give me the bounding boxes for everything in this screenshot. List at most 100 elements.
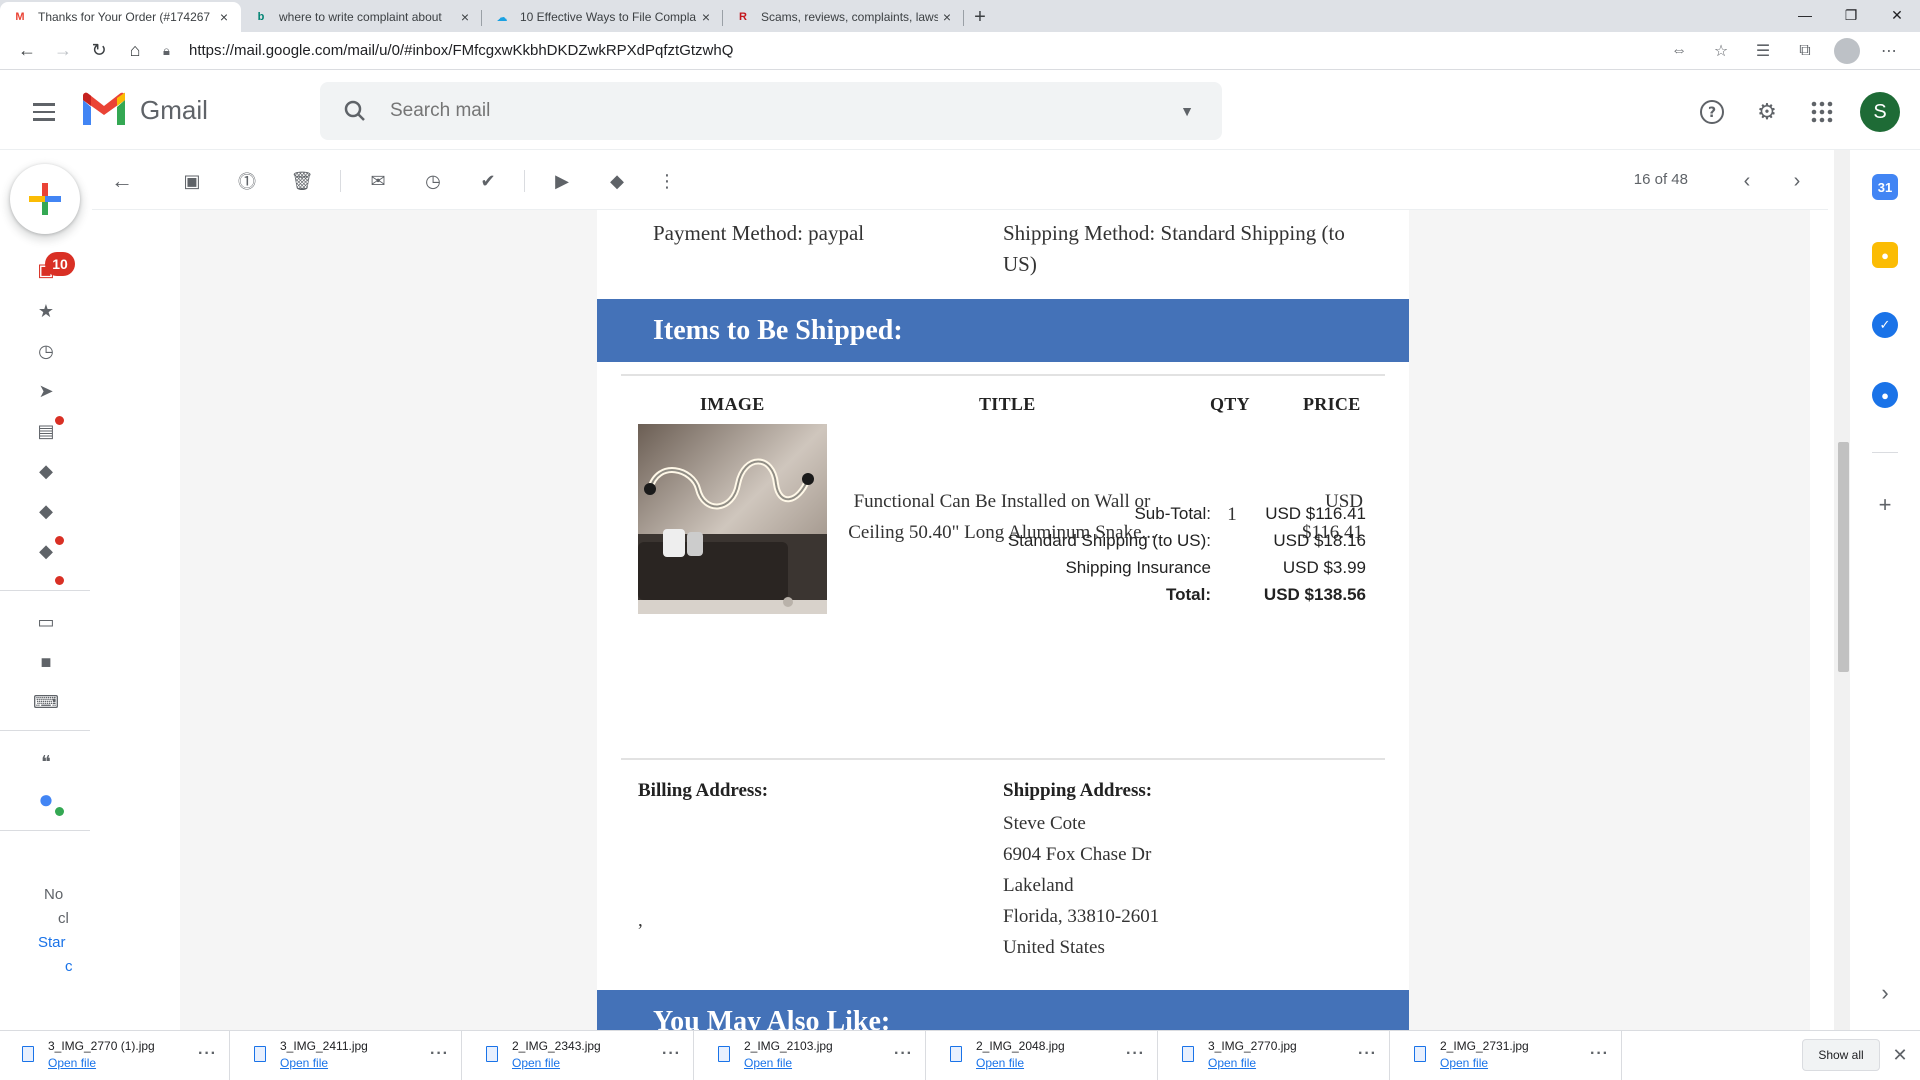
archive-icon[interactable]: ▣ (176, 165, 208, 197)
open-file-link[interactable]: Open file (280, 1056, 328, 1070)
download-separator (925, 1031, 926, 1080)
hangouts-icon[interactable]: ❝ (30, 748, 62, 776)
search-icon[interactable] (320, 100, 390, 122)
browser-tab-title: 10 Effective Ways to File Compla (520, 10, 697, 24)
back-arrow-icon[interactable]: ← (9, 35, 45, 67)
window-close-icon[interactable]: ✕ (1874, 0, 1920, 30)
keep-icon[interactable]: ● (1872, 242, 1898, 268)
tab-close-icon[interactable]: × (215, 9, 233, 25)
settings-gear-icon[interactable]: ⚙ (1743, 88, 1791, 136)
newer-chevron-left-icon[interactable]: ‹ (1732, 166, 1762, 196)
snoozed-clock-icon[interactable]: ◷ (30, 337, 62, 365)
tab-close-icon[interactable]: × (456, 9, 474, 25)
label-icon-2[interactable]: ◆ (30, 497, 62, 525)
reload-icon[interactable]: ↻ (81, 35, 117, 67)
add-favorite-icon[interactable]: ☆ (1700, 35, 1742, 67)
open-file-link[interactable]: Open file (1440, 1056, 1488, 1070)
new-tab-button[interactable]: + (964, 2, 996, 32)
download-more-icon[interactable]: ··· (894, 1045, 913, 1063)
browser-menu-icon[interactable]: ⋯ (1868, 35, 1910, 67)
label-tag-icon[interactable]: ◆ (601, 165, 633, 197)
search-options-dropdown-icon[interactable]: ▼ (1152, 103, 1222, 119)
shipping-line-name: Steve Cote (1003, 813, 1086, 834)
download-item[interactable]: 3_IMG_2411.jpg Open file ··· (232, 1031, 462, 1080)
mark-unread-icon[interactable]: ✉ (362, 165, 394, 197)
lock-icon: 🔒︎ (163, 42, 170, 58)
image-file-icon (486, 1046, 498, 1062)
browser-tab[interactable]: ☁ 10 Effective Ways to File Compla × (482, 2, 723, 32)
label-icon[interactable]: ◆ (30, 457, 62, 485)
download-item[interactable]: 3_IMG_2770.jpg Open file ··· (1160, 1031, 1390, 1080)
search-bar[interactable]: ▼ (320, 82, 1222, 140)
forward-arrow-icon[interactable]: → (45, 35, 81, 67)
apps-grid-icon[interactable] (1798, 88, 1846, 136)
snooze-clock-icon[interactable]: ◷ (417, 165, 449, 197)
download-item[interactable]: 2_IMG_2731.jpg Open file ··· (1392, 1031, 1622, 1080)
scrollbar-thumb[interactable] (1838, 442, 1849, 672)
drafts-dot (55, 416, 64, 425)
inbox-unread-badge: 10 (45, 252, 75, 276)
compose-button[interactable] (10, 164, 80, 234)
account-avatar[interactable]: S (1860, 92, 1900, 132)
open-file-link[interactable]: Open file (976, 1056, 1024, 1070)
report-spam-icon[interactable]: ⓵ (231, 165, 263, 197)
download-more-icon[interactable]: ··· (1126, 1045, 1145, 1063)
tab-close-icon[interactable]: × (938, 9, 956, 25)
get-addons-plus-icon[interactable]: + (1872, 492, 1898, 518)
download-more-icon[interactable]: ··· (198, 1045, 217, 1063)
download-filename: 3_IMG_2411.jpg (280, 1039, 368, 1053)
calendar-icon[interactable]: 31 (1872, 174, 1898, 200)
home-icon[interactable]: ⌂ (117, 35, 153, 67)
url-text: https://mail.google.com/mail/u/0/#inbox/… (189, 42, 734, 59)
open-file-link[interactable]: Open file (1208, 1056, 1256, 1070)
rail-start-link[interactable]: Star (38, 934, 66, 951)
meet-new-video-icon[interactable]: ▭ (30, 608, 62, 636)
contacts-icon[interactable]: ● (1872, 382, 1898, 408)
rail-text-1: No (44, 886, 64, 903)
browser-profile-icon[interactable] (1834, 38, 1860, 64)
search-input[interactable] (390, 100, 1152, 122)
move-to-folder-icon[interactable]: ▶ (546, 165, 578, 197)
main-menu-icon[interactable] (26, 94, 62, 130)
starred-icon[interactable]: ★ (30, 297, 62, 325)
minimize-icon[interactable]: — (1782, 0, 1828, 30)
show-all-downloads-button[interactable]: Show all (1802, 1039, 1880, 1071)
product-image[interactable] (638, 424, 827, 614)
tasks-icon[interactable]: ✓ (1872, 312, 1898, 338)
browser-tab-strip: M Thanks for Your Order (#174267 × b where t… (0, 0, 1920, 32)
show-side-panel-chevron-icon[interactable]: › (1872, 980, 1898, 1006)
open-file-link[interactable]: Open file (48, 1056, 96, 1070)
download-more-icon[interactable]: ··· (430, 1045, 449, 1063)
open-file-link[interactable]: Open file (744, 1056, 792, 1070)
sent-icon[interactable]: ➤ (30, 377, 62, 405)
download-more-icon[interactable]: ··· (1590, 1045, 1609, 1063)
browser-tab[interactable]: b where to write complaint about × (241, 2, 482, 32)
rail-text-4[interactable]: c (65, 958, 73, 975)
left-navigation-rail: ▣ 10 ★ ◷ ➤ ▤ ◆ ◆ ◆ ▭ ■ ⌨ ❝ ● No cl Star … (0, 150, 90, 1030)
more-options-vertical-icon[interactable]: ⋮ (651, 165, 683, 197)
keyboard-icon[interactable]: ⌨ (30, 688, 62, 716)
download-more-icon[interactable]: ··· (1358, 1045, 1377, 1063)
restore-icon[interactable]: ❐ (1828, 0, 1874, 30)
download-item[interactable]: 2_IMG_2048.jpg Open file ··· (928, 1031, 1158, 1080)
meet-join-video-icon[interactable]: ■ (30, 648, 62, 676)
add-to-tasks-icon[interactable]: ✔ (472, 165, 504, 197)
reader-view-icon[interactable]: ⇔ (1658, 35, 1700, 67)
download-item[interactable]: 2_IMG_2103.jpg Open file ··· (696, 1031, 926, 1080)
download-item[interactable]: 2_IMG_2343.jpg Open file ··· (464, 1031, 694, 1080)
help-icon[interactable]: ? (1688, 88, 1736, 136)
favorites-icon[interactable]: ☰ (1742, 35, 1784, 67)
browser-tab[interactable]: M Thanks for Your Order (#174267 × (0, 2, 241, 32)
open-file-link[interactable]: Open file (512, 1056, 560, 1070)
delete-trash-icon[interactable]: 🗑︎ (286, 165, 318, 197)
url-field[interactable]: 🔒︎ https://mail.google.com/mail/u/0/#inb… (163, 36, 1673, 66)
older-chevron-right-icon[interactable]: › (1782, 166, 1812, 196)
collections-icon[interactable]: ⧉ (1784, 35, 1826, 67)
gmail-logo[interactable]: Gmail (80, 92, 208, 128)
back-to-inbox-icon[interactable]: ← (106, 165, 138, 197)
download-more-icon[interactable]: ··· (662, 1045, 681, 1063)
browser-tab[interactable]: R Scams, reviews, complaints, laws × (723, 2, 964, 32)
download-item[interactable]: 3_IMG_2770 (1).jpg Open file ··· (0, 1031, 230, 1080)
close-download-shelf-icon[interactable]: ✕ (1888, 1043, 1912, 1067)
tab-close-icon[interactable]: × (697, 9, 715, 25)
